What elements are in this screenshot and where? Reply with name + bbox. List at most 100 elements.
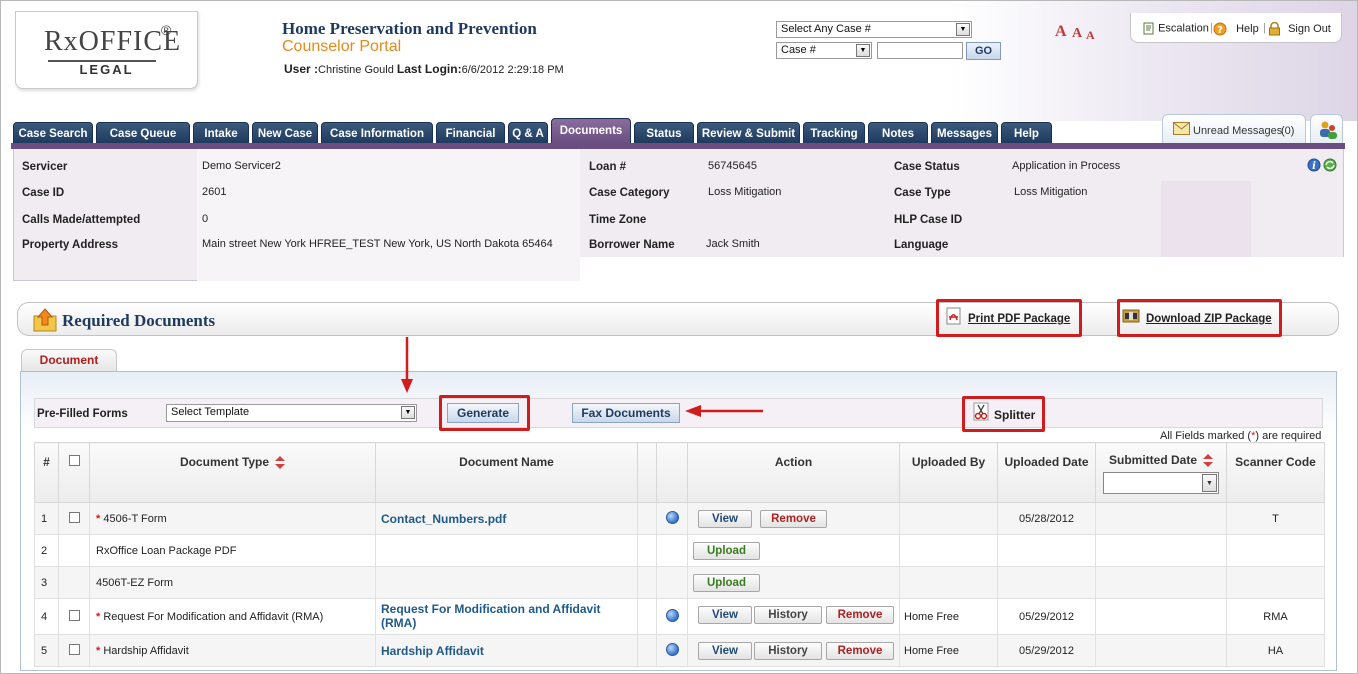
print-pdf-package-link[interactable]: Print PDF Package [968,313,1070,325]
tab-case-search[interactable]: Case Search [13,122,93,144]
uploaded-by [899,566,998,599]
document-name-link[interactable]: Contact_Numbers.pdf [381,512,506,526]
splitter-button[interactable]: Splitter [994,408,1035,422]
table-row: 2 RxOffice Loan Package PDF Upload [34,534,1325,567]
scanner-code [1226,566,1325,599]
scissors-icon[interactable] [973,402,991,422]
view-button[interactable]: View [698,510,752,528]
info-icon[interactable]: i [1307,158,1321,172]
escalation-link[interactable]: Escalation [1143,22,1209,35]
case-number-input[interactable] [877,42,963,59]
status-globe-icon[interactable] [665,608,679,622]
app-subtitle: Counselor Portal [282,38,402,55]
template-select[interactable]: Select Template ▼ [166,404,417,422]
upload-button[interactable]: Upload [693,542,760,560]
chevron-down-icon[interactable]: ▼ [856,44,870,57]
document-name-link[interactable]: Hardship Affidavit [381,644,484,658]
property-address-value: Main street New York HFREE_TEST New York… [202,238,553,250]
tab-document[interactable]: Document [21,349,117,371]
tab-notes[interactable]: Notes [868,122,928,144]
chevron-down-icon[interactable]: ▼ [956,23,970,36]
tab-case-information[interactable]: Case Information [321,122,433,144]
case-select[interactable]: Select Any Case # ▼ [776,21,972,38]
col-status-icon [656,442,688,503]
row-checkbox-cell [58,598,90,635]
hint-text: All Fields marked ( [1160,430,1252,442]
remove-button[interactable]: Remove [760,510,827,528]
loan-label: Loan # [589,161,627,173]
logo-sub-text: LEGAL [79,62,134,77]
tab-q-and-a[interactable]: Q & A [508,122,548,144]
row-checkbox-cell [58,634,90,667]
tab-financial[interactable]: Financial [436,122,505,144]
font-size-small-button[interactable]: A [1086,28,1095,43]
tab-tracking[interactable]: Tracking [803,122,865,144]
generate-button[interactable]: Generate [447,403,519,423]
blank-cell [637,598,657,635]
history-button[interactable]: History [754,642,822,660]
folder-upload-icon [33,308,57,332]
row-checkbox[interactable] [68,609,80,621]
hint-text: ) are required [1255,430,1322,442]
users-button[interactable] [1310,114,1343,144]
table-row: 3 4506T-EZ Form Upload [34,566,1325,599]
tab-status[interactable]: Status [634,122,694,144]
calls-value: 0 [202,213,209,225]
fax-documents-button[interactable]: Fax Documents [572,403,680,423]
left-arrow-annotation [685,405,763,417]
row-checkbox[interactable] [68,643,80,655]
tab-help[interactable]: Help [1001,122,1052,144]
down-arrow-annotation [401,337,413,393]
col-document-type-label: Document Type [179,455,270,469]
sort-icon[interactable] [1203,453,1213,468]
view-button[interactable]: View [698,606,752,624]
globe-refresh-icon[interactable] [1323,158,1337,172]
row-checkbox[interactable] [68,511,80,523]
case-type-select[interactable]: Case # ▼ [776,42,872,59]
submitted-date-filter-select[interactable]: ▼ [1103,471,1219,494]
required-documents-title: Required Documents [62,311,216,330]
chevron-down-icon[interactable]: ▼ [1202,473,1217,492]
document-name-link[interactable]: Request For Modification and Affidavit (… [381,602,601,630]
col-uploaded-by: Uploaded By [899,442,998,503]
col-uploaded-date: Uploaded Date [997,442,1096,503]
status-globe-icon[interactable] [665,642,679,656]
status-globe-icon[interactable] [665,510,679,524]
tab-documents[interactable]: Documents [551,118,631,144]
remove-button[interactable]: Remove [826,606,894,624]
col-document-type[interactable]: Document Type [89,442,376,503]
tab-case-queue[interactable]: Case Queue [96,122,190,144]
user-name: Christine Gould [318,64,394,76]
unread-messages-tab[interactable]: Unread Messages (0) [1162,114,1306,144]
tab-intake[interactable]: Intake [193,122,249,144]
remove-button[interactable]: Remove [826,642,894,660]
history-button[interactable]: History [754,606,822,624]
row-number: 2 [34,534,59,567]
tab-messages[interactable]: Messages [931,122,998,144]
case-category-label: Case Category [589,187,670,199]
font-size-large-button[interactable]: A [1055,23,1067,41]
go-button[interactable]: GO [966,42,1001,60]
select-all-checkbox[interactable] [68,455,80,466]
document-type-cell: * Request For Modification and Affidavit… [89,598,376,635]
help-link[interactable]: ? Help [1213,22,1259,36]
tab-review-submit[interactable]: Review & Submit [697,122,800,144]
escalation-label: Escalation [1158,22,1209,35]
col-document-name: Document Name [375,442,638,503]
svg-text:i: i [1312,161,1316,172]
logo[interactable]: RxOFFICE ® LEGAL [15,11,198,89]
table-row: 4 * Request For Modification and Affidav… [34,598,1325,635]
uploaded-date [997,534,1096,567]
font-size-medium-button[interactable]: A [1072,26,1082,42]
sort-icon[interactable] [275,455,286,470]
template-select-value: Select Template [171,406,250,418]
case-type-label: Case Type [894,187,951,199]
view-button[interactable]: View [698,642,752,660]
calls-label: Calls Made/attempted [22,214,141,226]
lock-icon [1269,22,1280,36]
upload-button[interactable]: Upload [693,574,760,592]
download-zip-package-link[interactable]: Download ZIP Package [1146,313,1272,325]
sign-out-link[interactable]: Sign Out [1268,22,1331,36]
chevron-down-icon[interactable]: ▼ [401,406,415,419]
tab-new-case[interactable]: New Case [252,122,318,144]
